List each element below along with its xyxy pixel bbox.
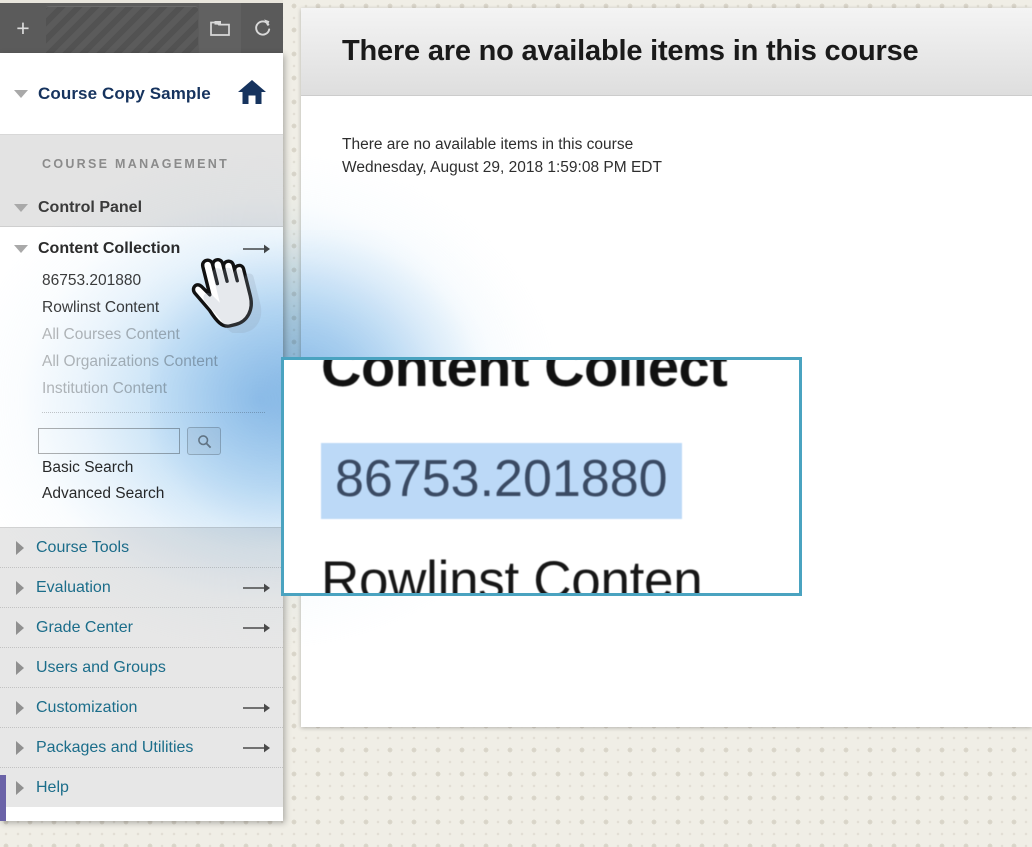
basic-search-link[interactable]: Basic Search	[0, 455, 283, 481]
sidebar-item-customization[interactable]: Customization	[0, 688, 283, 728]
search-input[interactable]	[38, 428, 180, 454]
content-search-row	[0, 413, 283, 455]
sidebar-item-users-and-groups[interactable]: Users and Groups	[0, 648, 283, 688]
nav-label: Help	[36, 778, 69, 796]
control-panel-label[interactable]: Control Panel	[38, 199, 142, 217]
content-collection-label[interactable]: Content Collection	[38, 240, 180, 258]
sidebar-item-course-tools[interactable]: Course Tools	[0, 528, 283, 568]
content-message: There are no available items in this cou…	[342, 136, 634, 153]
home-icon[interactable]	[237, 79, 267, 110]
folder-icon[interactable]	[199, 3, 241, 53]
nav-label: Evaluation	[36, 578, 111, 596]
chevron-right-icon[interactable]	[16, 700, 24, 715]
reload-icon[interactable]	[241, 3, 283, 53]
content-collection-header[interactable]: Content Collection	[0, 231, 283, 267]
chevron-right-icon[interactable]	[16, 620, 24, 635]
expand-arrow-icon[interactable]	[243, 742, 271, 754]
browser-chrome-bar: +	[0, 0, 283, 53]
window-edge-strip	[0, 775, 6, 821]
content-collection-item[interactable]: All Organizations Content	[0, 348, 283, 375]
course-management-header: COURSE MANAGEMENT Control Panel	[0, 135, 283, 227]
content-collection-item[interactable]: Institution Content	[0, 375, 283, 402]
content-collection-item[interactable]: All Courses Content	[0, 321, 283, 348]
nav-group-list: Course Tools Evaluation Grade Center Use…	[0, 527, 283, 807]
chevron-right-icon[interactable]	[16, 780, 24, 795]
content-header: There are no available items in this cou…	[301, 8, 1032, 96]
expand-arrow-icon[interactable]	[243, 243, 271, 255]
nav-label: Users and Groups	[36, 658, 166, 676]
chevron-right-icon[interactable]	[16, 580, 24, 595]
course-title[interactable]: Course Copy Sample	[38, 84, 211, 104]
magnified-next-item: Rowlinst Conten	[321, 551, 703, 593]
nav-label: Customization	[36, 698, 138, 716]
chevron-right-icon[interactable]	[16, 740, 24, 755]
content-collection-section: Content Collection 86753.201880 Rowlinst…	[0, 231, 283, 527]
magnified-selected-item: 86753.201880	[321, 443, 682, 519]
tab-strip-placeholder[interactable]	[46, 6, 198, 53]
expand-arrow-icon[interactable]	[243, 622, 271, 634]
sidebar-item-grade-center[interactable]: Grade Center	[0, 608, 283, 648]
sidebar-item-packages-and-utilities[interactable]: Packages and Utilities	[0, 728, 283, 768]
content-body: There are no available items in this cou…	[301, 96, 1032, 179]
magnified-heading: Content Collect	[321, 360, 728, 398]
page-title: There are no available items in this cou…	[342, 35, 919, 67]
content-collection-item[interactable]: Rowlinst Content	[0, 294, 283, 321]
chevron-down-icon[interactable]	[14, 245, 28, 253]
nav-label: Course Tools	[36, 538, 130, 556]
nav-label: Grade Center	[36, 618, 133, 636]
nav-label: Packages and Utilities	[36, 738, 194, 756]
screen: There are no available items in this cou…	[0, 0, 1032, 847]
content-timestamp: Wednesday, August 29, 2018 1:59:08 PM ED…	[342, 159, 662, 176]
chevron-down-icon[interactable]	[14, 203, 28, 212]
chevron-down-icon[interactable]	[14, 89, 28, 98]
expand-arrow-icon[interactable]	[243, 702, 271, 714]
expand-arrow-icon[interactable]	[243, 582, 271, 594]
search-icon[interactable]	[187, 427, 221, 455]
course-management-label: COURSE MANAGEMENT	[42, 157, 230, 171]
chevron-right-icon[interactable]	[16, 660, 24, 675]
magnifier-content: Content Collect 86753.201880 Rowlinst Co…	[284, 360, 799, 593]
sidebar-item-evaluation[interactable]: Evaluation	[0, 568, 283, 608]
magnifier-callout: Content Collect 86753.201880 Rowlinst Co…	[281, 357, 802, 596]
content-collection-item[interactable]: 86753.201880	[0, 267, 283, 294]
control-panel-row[interactable]: Control Panel	[0, 189, 283, 226]
course-title-row[interactable]: Course Copy Sample	[0, 53, 283, 135]
new-tab-button[interactable]: +	[0, 3, 46, 53]
sidebar-item-help[interactable]: Help	[0, 768, 283, 807]
advanced-search-link[interactable]: Advanced Search	[0, 481, 283, 507]
chevron-right-icon[interactable]	[16, 540, 24, 555]
course-menu-panel: Course Copy Sample COURSE MANAGEMENT Con…	[0, 53, 283, 821]
